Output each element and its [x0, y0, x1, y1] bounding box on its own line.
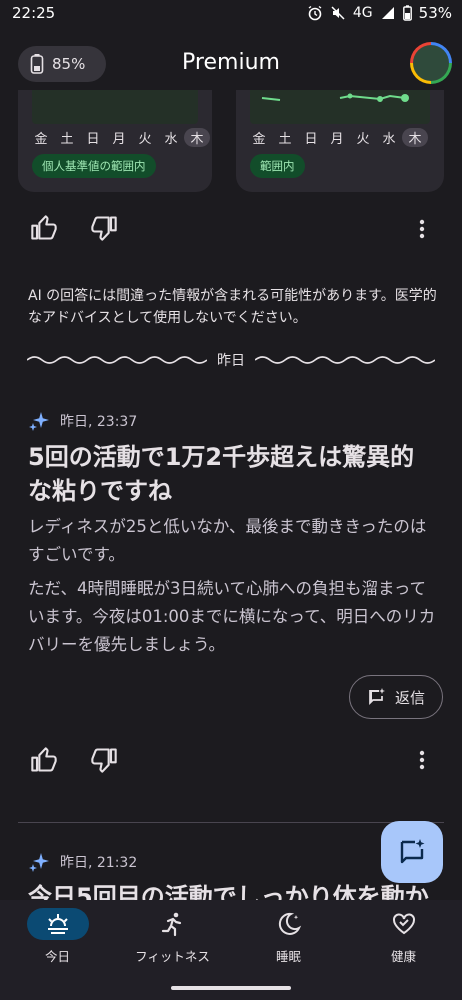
nav-label: フィットネス [135, 949, 210, 964]
day-label: 火 [138, 132, 152, 147]
message-time: 昨日, 23:37 [60, 414, 138, 430]
divider-label: 昨日 [217, 353, 245, 369]
day-label: 火 [356, 132, 370, 147]
day-label: 月 [330, 132, 344, 147]
battery-percent: 53% [418, 4, 452, 22]
nav-label: 今日 [44, 949, 70, 964]
metric-card-left[interactable]: 金 土 日 月 火 水 木 個人基準値の範囲内 [18, 90, 212, 192]
ai-disclaimer: AI の回答には間違った情報が含まれる可能性があります。医学的なアドバイスとして… [28, 288, 437, 326]
more-vert-icon [419, 750, 425, 770]
day-label: 金 [252, 132, 266, 147]
wave-line-icon [27, 356, 207, 364]
nav-item-fitness[interactable]: フィットネス [115, 908, 230, 965]
moon-icon [278, 912, 301, 935]
ai-sparkle-icon [29, 412, 49, 431]
message-time: 昨日, 21:32 [60, 855, 138, 871]
reply-label: 返信 [394, 688, 425, 707]
bottom-navigation: 今日 フィットネス 睡眠 健康 [0, 900, 462, 1000]
day-label: 水 [382, 132, 396, 147]
new-chat-fab[interactable] [381, 821, 443, 883]
signal-icon [381, 7, 394, 19]
nav-item-sleep[interactable]: 睡眠 [231, 908, 346, 965]
message-headline: 今日5回目の活動でしっかり体を動か [28, 883, 429, 900]
day-label-today: 木 [184, 128, 210, 147]
status-time: 22:25 [12, 4, 56, 22]
more-options-button[interactable] [414, 748, 430, 776]
day-label-today: 木 [402, 128, 428, 147]
day-label: 土 [60, 132, 74, 147]
day-label: 日 [86, 132, 100, 147]
thumbs-up-icon [31, 747, 57, 772]
thumbs-down-button[interactable] [90, 214, 118, 246]
message-paragraph: レディネスが25と低いなか、最後まで動ききったのはすごいです。 [28, 517, 427, 564]
wave-line-icon [255, 356, 435, 364]
day-label: 月 [112, 132, 126, 147]
nav-item-health[interactable]: 健康 [346, 908, 461, 965]
network-type: 4G [352, 5, 373, 21]
nav-item-pill [373, 908, 435, 940]
nav-item-pill [142, 908, 204, 940]
nav-item-today[interactable]: 今日 [0, 908, 115, 965]
day-divider: 昨日 [24, 348, 438, 372]
range-badge: 個人基準値の範囲内 [32, 154, 156, 178]
nav-label: 睡眠 [275, 949, 301, 964]
thumbs-down-icon [91, 748, 117, 773]
message-headline: 5回の活動で1万2千歩超えは驚異的な粘りですね [28, 443, 415, 505]
nav-item-pill [258, 908, 320, 940]
mini-chart [250, 90, 430, 124]
today-sun-icon [47, 914, 68, 934]
nav-label: 健康 [390, 949, 416, 964]
message-timestamp-row: 昨日, 21:32 [28, 851, 137, 873]
running-icon [161, 912, 181, 937]
nav-item-pill [26, 908, 89, 940]
ai-sparkle-icon [29, 853, 49, 872]
status-icons: 4G 53% [307, 4, 452, 22]
day-labels: 金 土 日 月 火 水 木 [28, 128, 210, 147]
day-label: 日 [304, 132, 318, 147]
heart-check-icon [392, 913, 415, 935]
thumbs-up-button[interactable] [30, 214, 58, 246]
thumbs-down-icon [91, 216, 117, 241]
mini-chart [32, 90, 198, 124]
day-label: 金 [34, 132, 48, 147]
battery-icon [402, 5, 412, 21]
chat-sparkle-icon [400, 839, 425, 864]
chart-line [261, 93, 409, 102]
message-timestamp-row: 昨日, 23:37 [28, 410, 137, 432]
day-label: 水 [164, 132, 178, 147]
more-options-button[interactable] [414, 217, 430, 245]
reply-chat-icon [369, 688, 385, 706]
alarm-icon [308, 5, 322, 21]
day-label: 土 [278, 132, 292, 147]
home-indicator[interactable] [171, 986, 291, 990]
avatar[interactable] [410, 42, 452, 84]
mute-icon [331, 6, 345, 20]
metric-card-right[interactable]: 金 土 日 月 火 水 木 範囲内 [236, 90, 444, 192]
page-title: Premium [182, 50, 280, 75]
thumbs-up-button[interactable] [30, 746, 58, 778]
day-labels: 金 土 日 月 火 水 木 [246, 128, 428, 147]
message-paragraph: ただ、4時間睡眠が3日続いて心肺への負担も溜まっています。今夜は01:00までに… [28, 579, 436, 654]
status-bar: 22:25 4G 53% [0, 0, 462, 28]
more-vert-icon [419, 219, 425, 239]
thumbs-up-icon [31, 215, 57, 240]
reply-button[interactable]: 返信 [349, 675, 443, 719]
range-badge: 範囲内 [250, 154, 305, 178]
thumbs-down-button[interactable] [90, 746, 118, 778]
